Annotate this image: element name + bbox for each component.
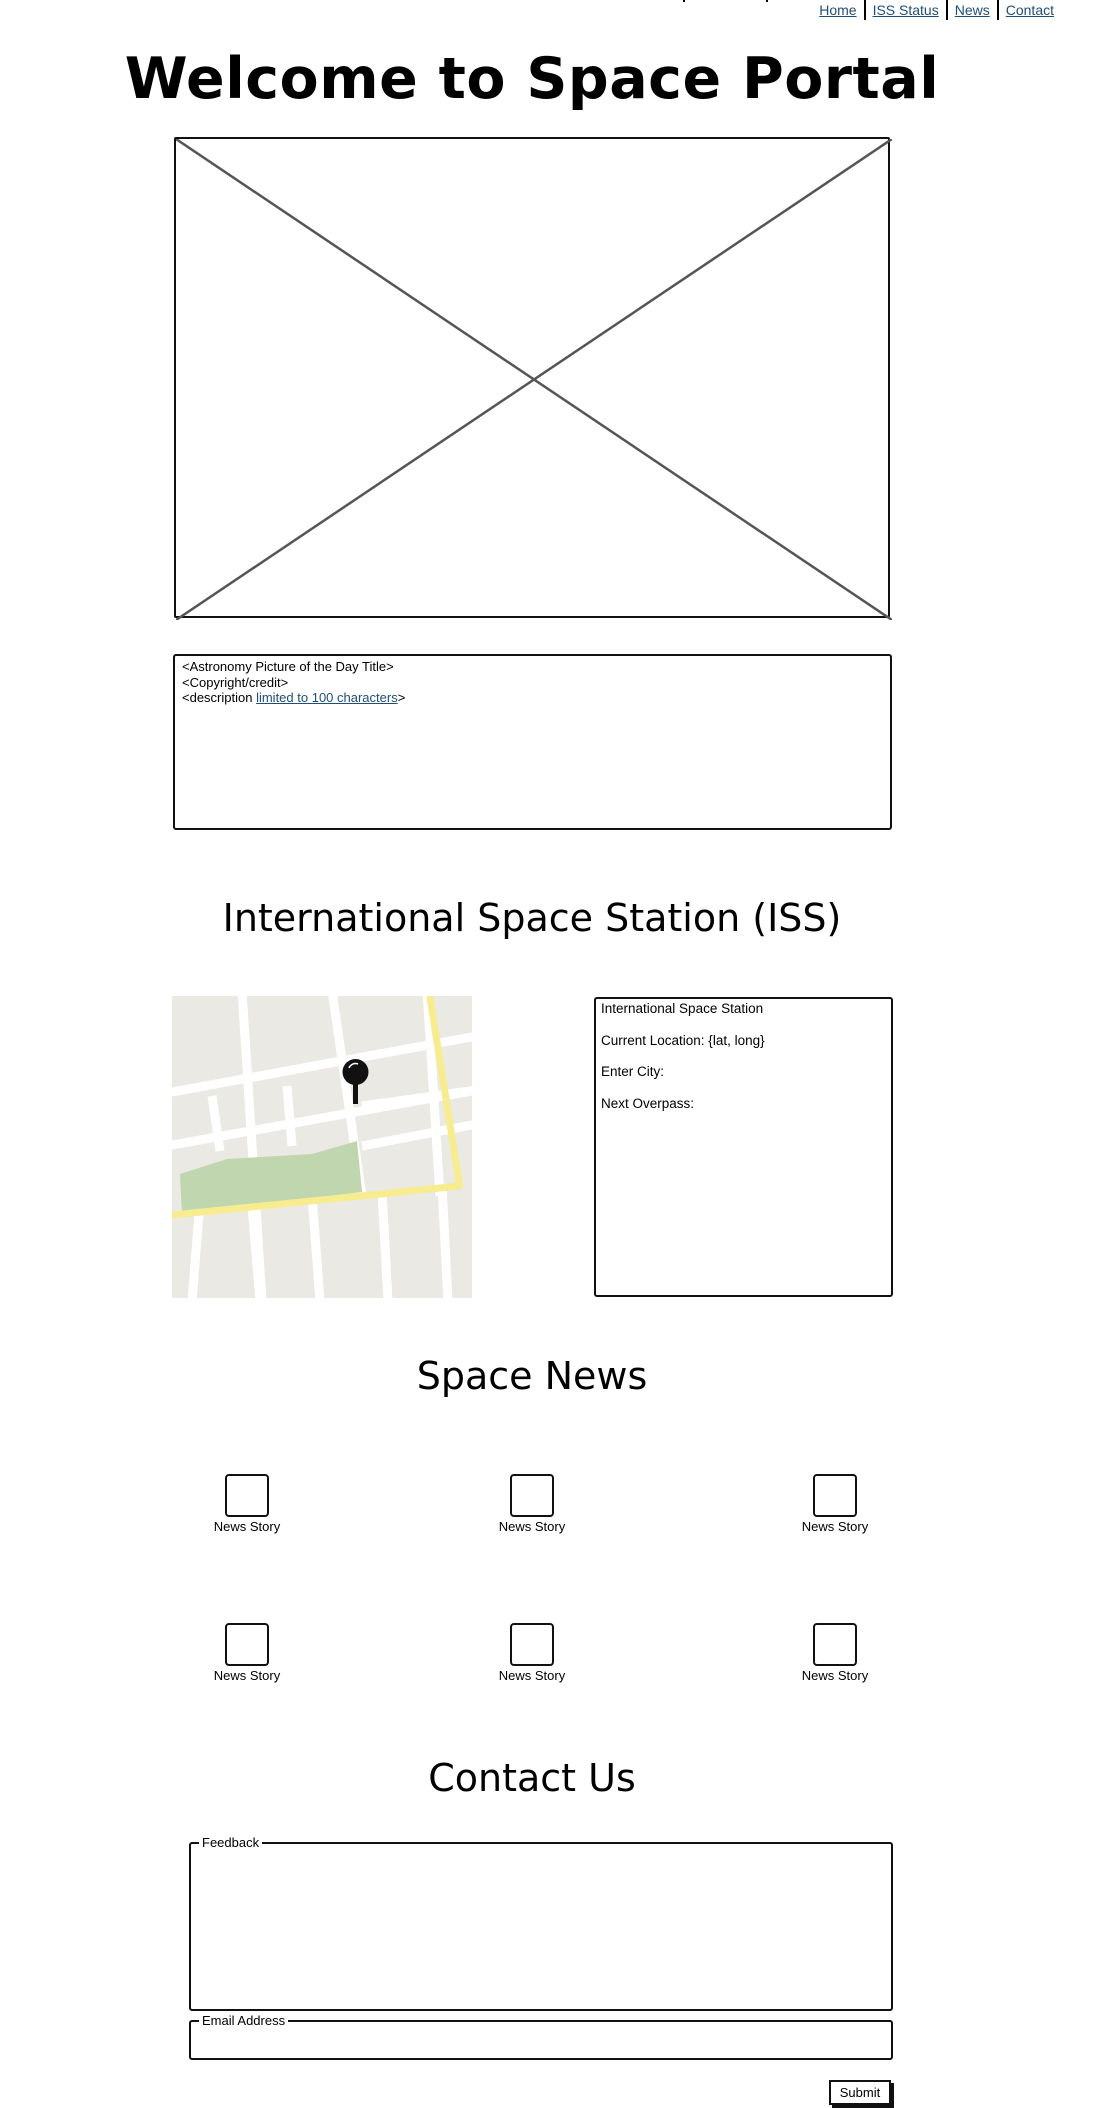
apod-info-box: <Astronomy Picture of the Day Title> <Co…	[173, 654, 892, 830]
iss-map[interactable]	[172, 996, 472, 1298]
map-graphic	[172, 996, 472, 1298]
apod-description-link[interactable]: limited to 100 characters	[256, 690, 398, 705]
news-story-label: News Story	[801, 1668, 869, 1683]
news-story-label: News Story	[213, 1519, 281, 1534]
apod-image-placeholder	[174, 137, 892, 620]
news-story-card[interactable]: News Story	[462, 1623, 602, 1683]
nav-news-link[interactable]: News	[948, 2, 997, 18]
nav-edge-mark	[683, 0, 685, 2]
nav-edge-mark	[766, 0, 768, 2]
news-thumbnail[interactable]	[813, 1623, 857, 1666]
news-story-card[interactable]: News Story	[177, 1623, 317, 1683]
news-story-label: News Story	[801, 1519, 869, 1534]
news-section-heading: Space News	[416, 1354, 648, 1398]
apod-description-suffix: >	[397, 690, 406, 705]
image-placeholder-icon	[176, 139, 892, 620]
news-story-card[interactable]: News Story	[765, 1623, 905, 1683]
news-story-card[interactable]: News Story	[765, 1474, 905, 1534]
iss-section-heading: International Space Station (ISS)	[222, 896, 842, 940]
apod-description: <description limited to 100 characters>	[182, 690, 883, 706]
top-nav: Home ISS Status News Contact	[812, 0, 1061, 20]
email-label: Email Address	[202, 2013, 286, 2028]
nav-iss-status-link[interactable]: ISS Status	[866, 2, 946, 18]
news-story-card[interactable]: News Story	[462, 1474, 602, 1534]
news-thumbnail[interactable]	[225, 1474, 269, 1517]
iss-current-location: Current Location: {lat, long}	[601, 1032, 765, 1048]
news-story-card[interactable]: News Story	[177, 1474, 317, 1534]
iss-next-overpass: Next Overpass:	[601, 1095, 695, 1111]
nav-contact-link[interactable]: Contact	[999, 2, 1061, 18]
apod-credit: <Copyright/credit>	[182, 674, 289, 690]
apod-description-prefix: <description	[182, 690, 257, 705]
submit-button[interactable]: Submit	[829, 2080, 891, 2105]
news-thumbnail[interactable]	[225, 1623, 269, 1666]
news-thumbnail[interactable]	[510, 1474, 554, 1517]
news-story-label: News Story	[213, 1668, 281, 1683]
contact-section-heading: Contact Us	[428, 1756, 636, 1800]
news-story-label: News Story	[498, 1668, 566, 1683]
news-thumbnail[interactable]	[510, 1623, 554, 1666]
email-input[interactable]	[191, 2026, 891, 2049]
feedback-textarea[interactable]	[191, 1848, 891, 1998]
feedback-label: Feedback	[202, 1835, 260, 1850]
apod-title: <Astronomy Picture of the Day Title>	[182, 659, 394, 674]
news-thumbnail[interactable]	[813, 1474, 857, 1517]
iss-info-box: International Space Station Current Loca…	[594, 997, 893, 1297]
feedback-field: Feedback	[189, 1835, 893, 2011]
news-story-label: News Story	[498, 1519, 566, 1534]
iss-enter-city-label: Enter City:	[601, 1064, 665, 1079]
email-field: Email Address	[189, 2013, 893, 2060]
iss-box-title: International Space Station	[601, 1001, 764, 1016]
nav-home-link[interactable]: Home	[812, 2, 863, 18]
page-title: Welcome to Space Portal	[124, 46, 940, 112]
